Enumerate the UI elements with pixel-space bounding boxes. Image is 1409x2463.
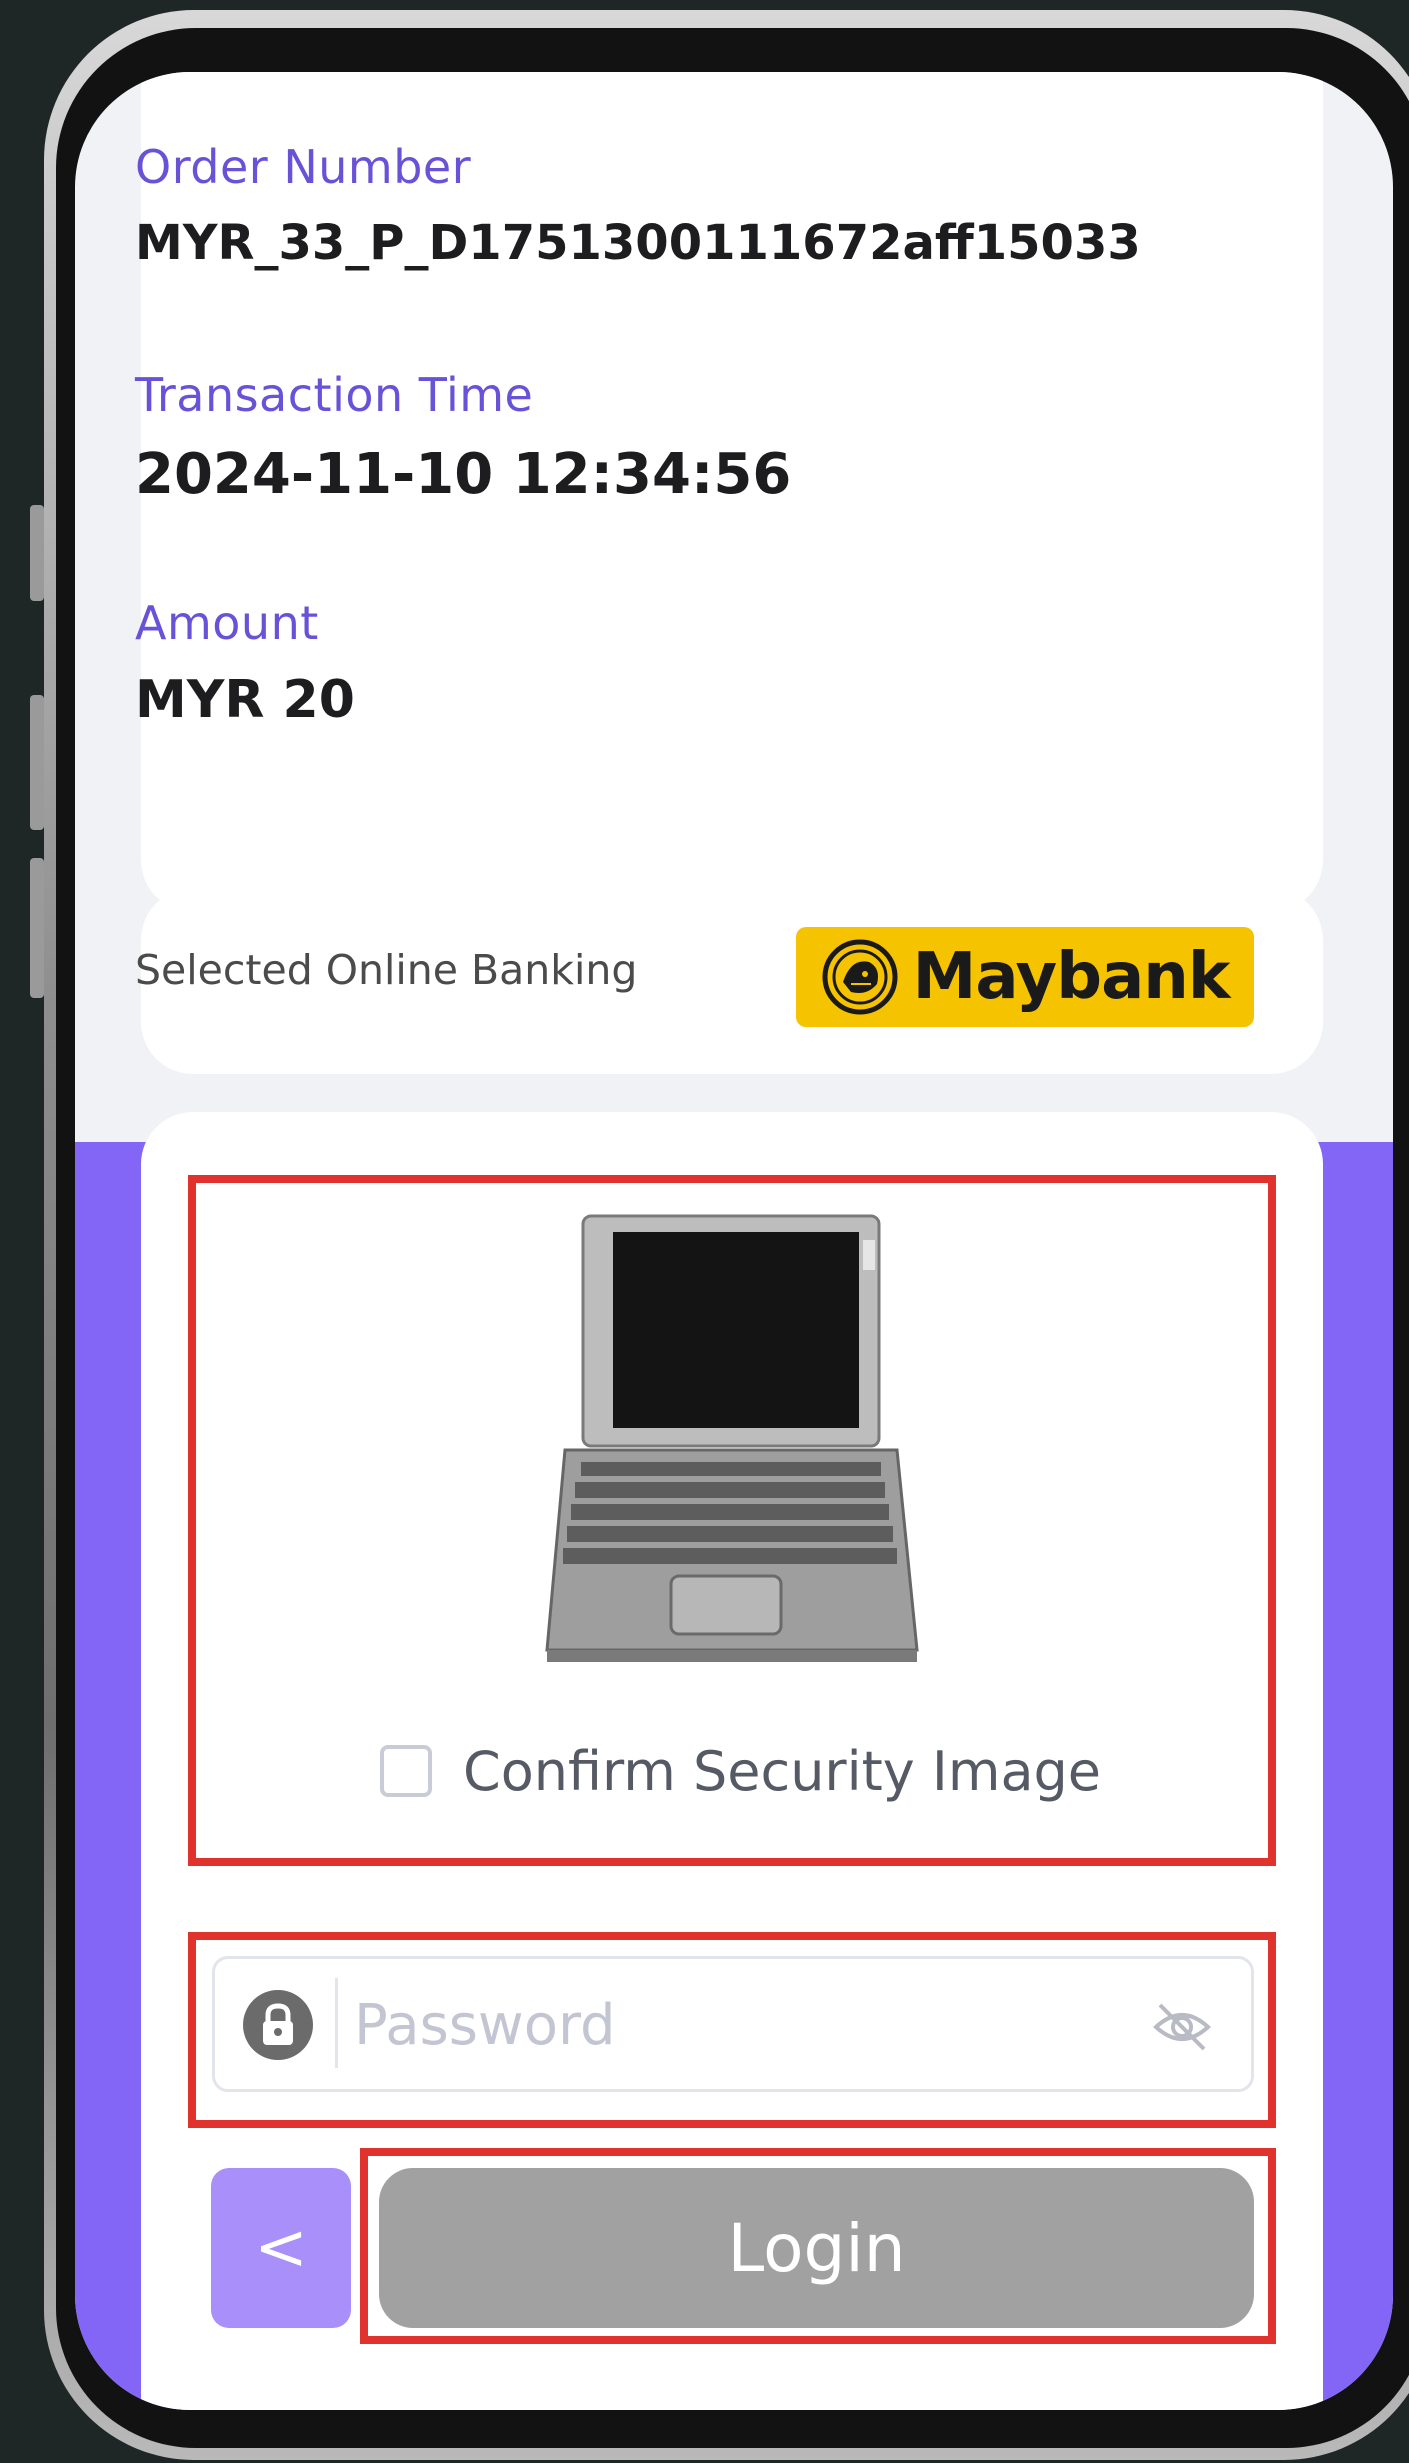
phone-side-button xyxy=(30,695,44,830)
password-divider xyxy=(335,1978,338,2068)
phone-side-button xyxy=(30,505,44,601)
maybank-wordmark: Maybank xyxy=(912,940,1231,1014)
maybank-logo: Maybank xyxy=(796,927,1254,1027)
transaction-time-label: Transaction Time xyxy=(135,368,534,422)
password-input[interactable] xyxy=(352,1980,1136,2070)
transaction-time-value: 2024-11-10 12:34:56 xyxy=(135,442,792,507)
confirm-security-label[interactable]: Confirm Security Image xyxy=(463,1740,1101,1803)
order-number-label: Order Number xyxy=(135,140,472,194)
back-button[interactable]: < xyxy=(211,2168,351,2328)
tiger-emblem-icon xyxy=(822,939,898,1015)
lock-icon xyxy=(263,2003,293,2045)
amount-value: MYR 20 xyxy=(135,670,355,730)
laptop-icon xyxy=(545,1214,919,1662)
amount-label: Amount xyxy=(135,596,319,650)
selected-bank-label: Selected Online Banking xyxy=(135,946,638,994)
order-number-value: MYR_33_P_D1751300111672aff15033 xyxy=(135,215,1141,271)
eye-off-icon[interactable] xyxy=(1150,1995,1214,2059)
chevron-left-icon: < xyxy=(254,2211,308,2285)
confirm-security-checkbox[interactable] xyxy=(380,1745,432,1797)
lock-icon-wrapper xyxy=(243,1990,313,2060)
phone-side-button xyxy=(30,858,44,998)
login-button[interactable]: Login xyxy=(379,2168,1254,2328)
